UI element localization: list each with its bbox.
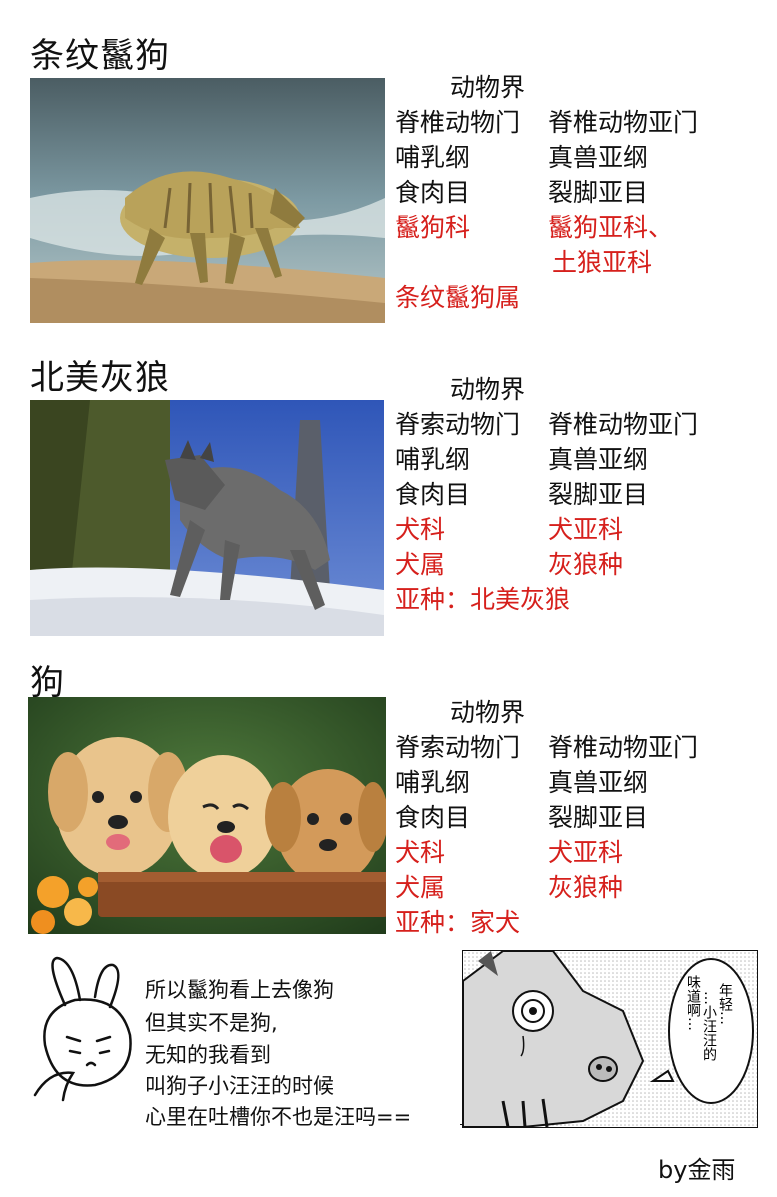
family-dog: 犬科	[395, 838, 446, 867]
section-title-hyena: 条纹鬣狗	[30, 36, 170, 76]
comment-line-4: 叫狗子小汪汪的时候	[145, 1074, 334, 1098]
genus-wolf: 犬属	[395, 550, 446, 579]
subphylum-wolf: 脊椎动物亚门	[548, 410, 699, 439]
kingdom-dog: 动物界	[450, 698, 526, 727]
class-wolf: 哺乳纲	[395, 445, 471, 474]
bunny-doodle-icon	[25, 955, 145, 1105]
comment-line-3: 无知的我看到	[145, 1043, 271, 1067]
comment-line-5: 心里在吐槽你不也是汪吗==	[145, 1105, 412, 1129]
kingdom-hyena: 动物界	[450, 73, 526, 102]
subfamily-hyena: 鬣狗亚科、	[548, 213, 674, 242]
bubble-text-1: 年轻…	[717, 983, 733, 1025]
phylum-hyena: 脊椎动物门	[395, 108, 521, 137]
suborder-dog: 裂脚亚目	[548, 803, 649, 832]
phylum-wolf: 脊索动物门	[395, 410, 521, 439]
order-hyena: 食肉目	[395, 178, 471, 207]
family-wolf: 犬科	[395, 515, 446, 544]
subclass-hyena: 真兽亚纲	[548, 143, 649, 172]
order-wolf: 食肉目	[395, 480, 471, 509]
phylum-dog: 脊索动物门	[395, 733, 521, 762]
subclass-wolf: 真兽亚纲	[548, 445, 649, 474]
subspecies-dog: 亚种：家犬	[395, 908, 521, 937]
species-wolf: 灰狼种	[548, 550, 624, 579]
comment-line-2: 但其实不是狗,	[145, 1011, 278, 1035]
subphylum-dog: 脊椎动物亚门	[548, 733, 699, 762]
wolf-photo	[30, 400, 384, 636]
genus-dog: 犬属	[395, 873, 446, 902]
species-dog: 灰狼种	[548, 873, 624, 902]
bubble-text-2: …小汪汪的	[701, 991, 717, 1061]
subclass-dog: 真兽亚纲	[548, 768, 649, 797]
subfamily-dog: 犬亚科	[548, 838, 624, 867]
hyena-photo	[30, 78, 385, 323]
suborder-wolf: 裂脚亚目	[548, 480, 649, 509]
comment-line-1: 所以鬣狗看上去像狗	[145, 978, 334, 1002]
section-title-wolf: 北美灰狼	[30, 358, 170, 398]
subfamily-hyena-2: 土狼亚科	[552, 248, 653, 277]
kingdom-wolf: 动物界	[450, 375, 526, 404]
manga-pig-panel: 年轻… …小汪汪的 味道啊…	[462, 950, 758, 1128]
byline: by金雨	[658, 1156, 736, 1184]
suborder-hyena: 裂脚亚目	[548, 178, 649, 207]
subspecies-wolf: 亚种：北美灰狼	[395, 585, 571, 614]
family-hyena: 鬣狗科	[395, 213, 471, 242]
genus-hyena: 条纹鬣狗属	[395, 283, 521, 312]
bubble-text-3: 味道啊…	[685, 975, 701, 1031]
subfamily-wolf: 犬亚科	[548, 515, 624, 544]
subphylum-hyena: 脊椎动物亚门	[548, 108, 699, 137]
puppies-photo	[28, 697, 386, 934]
class-dog: 哺乳纲	[395, 768, 471, 797]
order-dog: 食肉目	[395, 803, 471, 832]
class-hyena: 哺乳纲	[395, 143, 471, 172]
